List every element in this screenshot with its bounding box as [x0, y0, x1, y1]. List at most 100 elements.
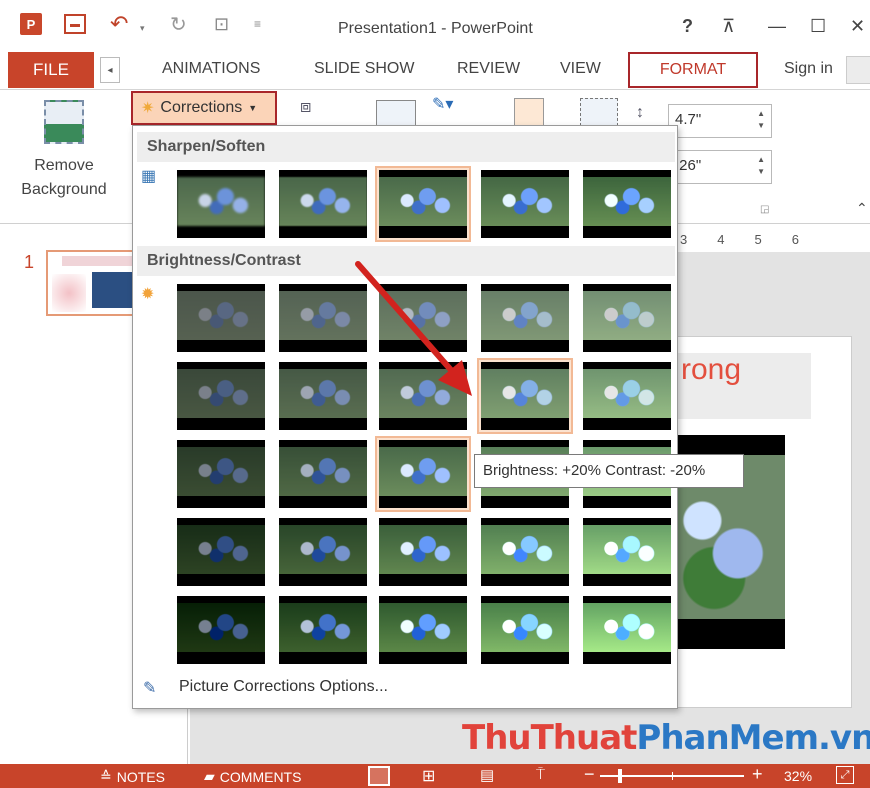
correction-preset-thumb[interactable] [173, 358, 269, 434]
height-field[interactable]: 4.7" ▲ ▼ [668, 104, 772, 138]
picture-corrections-options-icon[interactable]: ✎ [143, 678, 156, 698]
correction-preset-thumb[interactable] [173, 166, 269, 242]
correction-preset-thumb[interactable] [477, 514, 573, 590]
correction-preset-thumb[interactable] [375, 280, 471, 356]
slide-thumbnail[interactable] [46, 250, 136, 316]
correction-preset-thumb[interactable] [579, 280, 675, 356]
slide-show-view-icon[interactable]: ⍑ [536, 766, 545, 783]
watermark-logo: ThuThuatPhanMem.vn [462, 718, 870, 758]
zoom-slider-thumb[interactable] [618, 769, 622, 783]
slide-sorter-view-icon[interactable]: ⊞ [422, 766, 435, 786]
corrections-gallery: Sharpen/Soften ▦ Brightness/Contrast ✹ ✎… [132, 125, 678, 709]
tab-animations[interactable]: ANIMATIONS [162, 60, 260, 78]
correction-preset-thumb[interactable] [477, 280, 573, 356]
preset-preview-image [177, 284, 265, 352]
tooltip: Brightness: +20% Contrast: -20% [474, 454, 744, 488]
start-presentation-icon[interactable]: ⊡ [214, 14, 229, 34]
comments-button[interactable]: ▰ COMMENTS [204, 768, 301, 785]
correction-preset-thumb[interactable] [579, 514, 675, 590]
correction-preset-thumb[interactable] [375, 514, 471, 590]
flower-image [583, 602, 671, 652]
preset-preview-image [481, 284, 569, 352]
correction-preset-thumb[interactable] [477, 358, 573, 434]
compress-pictures-icon[interactable]: ⧈ [300, 96, 311, 117]
normal-view-button[interactable] [368, 766, 390, 786]
arrange-icon[interactable] [514, 98, 544, 126]
flower-image [279, 524, 367, 574]
correction-preset-thumb[interactable] [375, 166, 471, 242]
correction-preset-thumb[interactable] [477, 592, 573, 668]
correction-preset-thumb[interactable] [173, 592, 269, 668]
preset-preview-image [583, 596, 671, 664]
reading-view-icon[interactable]: ▤ [480, 766, 494, 784]
preset-preview-image [177, 596, 265, 664]
correction-preset-thumb[interactable] [275, 436, 371, 512]
correction-preset-thumb[interactable] [579, 592, 675, 668]
zoom-level[interactable]: 32% [784, 768, 812, 784]
zoom-in-button[interactable]: + [752, 764, 763, 785]
redo-icon[interactable]: ↻ [170, 14, 187, 36]
zoom-slider[interactable] [600, 769, 744, 783]
correction-preset-thumb[interactable] [579, 358, 675, 434]
notes-icon: ≙ [100, 768, 112, 784]
correction-preset-thumb[interactable] [477, 166, 573, 242]
correction-preset-thumb[interactable] [375, 592, 471, 668]
customize-qat-icon[interactable]: ≡ [254, 14, 261, 34]
width-field[interactable]: .26" ▲ ▼ [668, 150, 772, 184]
corrections-button[interactable]: ✷ Corrections ▼ [131, 91, 277, 125]
correction-preset-thumb[interactable] [173, 280, 269, 356]
notes-button[interactable]: ≙ NOTES [100, 768, 165, 785]
help-button[interactable]: ? [682, 16, 693, 37]
preset-preview-image [177, 362, 265, 430]
save-icon[interactable]: ▬ [64, 14, 86, 34]
title-bar: P ▬ ↶ ▾ ↻ ⊡ ≡ Presentation1 - PowerPoint… [0, 0, 870, 48]
correction-preset-thumb[interactable] [275, 358, 371, 434]
correction-preset-thumb[interactable] [275, 592, 371, 668]
undo-dropdown-icon[interactable]: ▾ [140, 18, 145, 38]
flower-image [379, 446, 467, 496]
correction-preset-thumb[interactable] [275, 280, 371, 356]
width-spinner[interactable]: ▲ ▼ [757, 154, 765, 178]
status-bar: ≙ NOTES ▰ COMMENTS ⊞ ▤ ⍑ − + 32% ⤢ [0, 764, 870, 788]
ribbon-display-options-icon[interactable]: ⊼ [722, 16, 735, 37]
correction-preset-thumb[interactable] [275, 166, 371, 242]
preset-preview-image [583, 284, 671, 352]
close-button[interactable]: ✕ [850, 16, 865, 37]
picture-corrections-options-link[interactable]: Picture Corrections Options... [179, 678, 388, 696]
minimize-button[interactable]: — [768, 16, 786, 37]
avatar[interactable] [846, 56, 870, 84]
crop-icon[interactable] [580, 98, 618, 126]
tab-review[interactable]: REVIEW [457, 60, 520, 78]
correction-preset-thumb[interactable] [275, 514, 371, 590]
flower-image [177, 524, 265, 574]
flower-image [379, 602, 467, 652]
flower-image [177, 290, 265, 340]
sign-in-link[interactable]: Sign in [784, 60, 833, 78]
tab-view[interactable]: VIEW [560, 60, 601, 78]
zoom-out-button[interactable]: − [584, 764, 595, 785]
preset-preview-image [279, 284, 367, 352]
collapse-ribbon-icon[interactable]: ⌃ [856, 200, 868, 217]
tab-format[interactable]: FORMAT [628, 52, 758, 88]
tab-scroll-left-icon[interactable]: ◂ [100, 57, 120, 83]
correction-preset-thumb[interactable] [579, 166, 675, 242]
size-dialog-launcher-icon[interactable]: ◲ [760, 204, 769, 215]
correction-preset-thumb[interactable] [173, 436, 269, 512]
picture-border-icon[interactable]: ✎▾ [432, 94, 453, 114]
flower-image [481, 368, 569, 418]
ribbon-tab-bar: FILE ◂ ANIMATIONS SLIDE SHOW REVIEW VIEW… [0, 48, 870, 90]
flower-image [379, 290, 467, 340]
correction-preset-thumb[interactable] [375, 436, 471, 512]
undo-icon[interactable]: ↶ [110, 11, 128, 36]
tab-slide-show[interactable]: SLIDE SHOW [314, 60, 414, 78]
preset-preview-image [279, 596, 367, 664]
tab-file[interactable]: FILE [8, 52, 94, 88]
slide-title-text: rong [681, 353, 742, 386]
remove-background-button[interactable]: Remove Background [12, 96, 122, 206]
slide-number: 1 [24, 252, 35, 272]
fit-slide-to-window-icon[interactable]: ⤢ [836, 766, 854, 784]
maximize-button[interactable]: ☐ [810, 16, 826, 37]
correction-preset-thumb[interactable] [375, 358, 471, 434]
height-spinner[interactable]: ▲ ▼ [757, 108, 765, 132]
correction-preset-thumb[interactable] [173, 514, 269, 590]
